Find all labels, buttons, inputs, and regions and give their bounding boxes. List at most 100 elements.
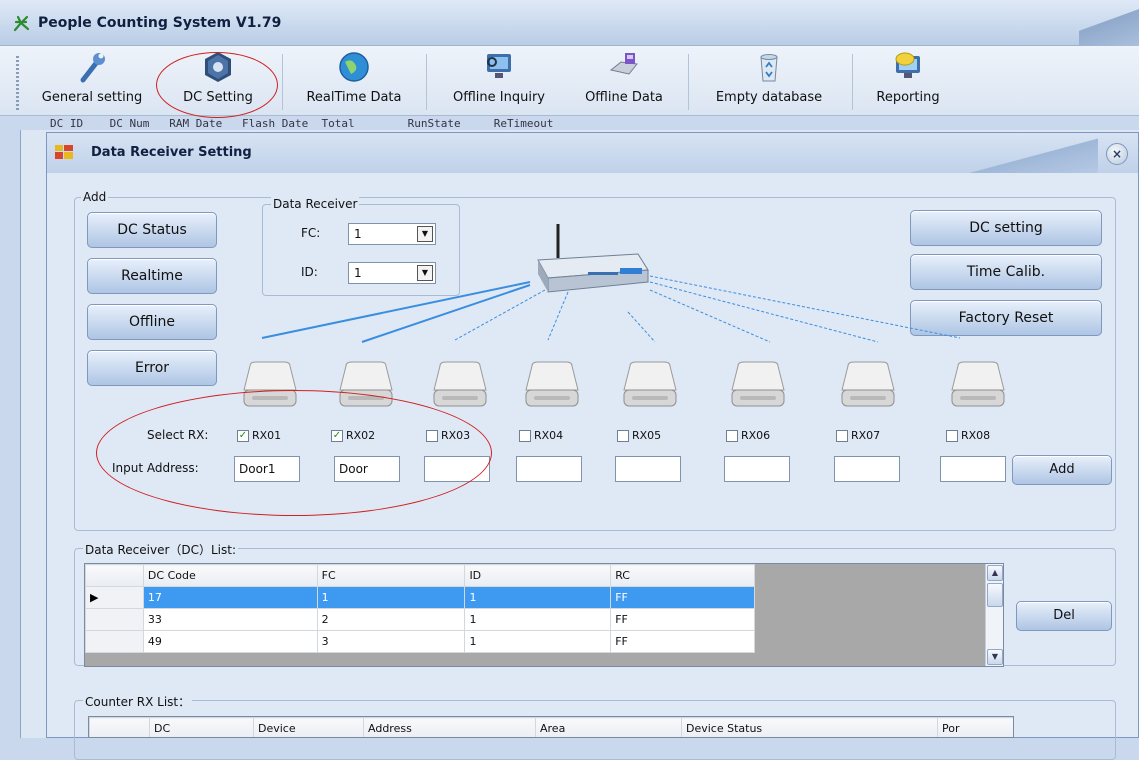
receiver-drive-icon	[432, 360, 488, 408]
checkbox-box[interactable]	[946, 429, 958, 442]
offline-button[interactable]: Offline	[87, 304, 217, 340]
table-row[interactable]: 33 2 1 FF	[85, 608, 755, 631]
address-input[interactable]	[940, 456, 1006, 482]
general-setting-button[interactable]: General setting	[28, 50, 156, 112]
column-header[interactable]: DC	[149, 717, 254, 737]
scroll-thumb[interactable]	[987, 583, 1003, 607]
table-cell[interactable]: 1	[464, 630, 612, 653]
table-row[interactable]: 49 3 1 FF	[85, 630, 755, 653]
window-icon	[55, 145, 73, 159]
table-cell[interactable]: 2	[316, 608, 466, 631]
column-header[interactable]: RC	[610, 564, 755, 587]
empty-database-button[interactable]: Empty database	[694, 50, 844, 112]
realtime-button[interactable]: Realtime	[87, 258, 217, 294]
counter-rx-list-legend: Counter RX List：	[83, 693, 193, 710]
receiver-drive-icon	[950, 360, 1006, 408]
address-input[interactable]	[615, 456, 681, 482]
receiver-drive-icon	[622, 360, 678, 408]
table-cell[interactable]: 1	[464, 586, 612, 609]
receiver-drive-icon	[730, 360, 786, 408]
reporting-button[interactable]: Reporting	[858, 50, 958, 112]
rx-checkbox[interactable]: RX04	[519, 429, 563, 442]
address-input[interactable]	[834, 456, 900, 482]
disk-drive-icon	[609, 53, 638, 75]
monitor-search-icon	[487, 54, 511, 78]
rx-name: RX04	[534, 429, 564, 442]
dc-status-button[interactable]: DC Status	[87, 212, 217, 248]
general-setting-label: General setting	[41, 90, 143, 105]
row-indicator[interactable]: ▶	[85, 586, 144, 609]
error-button[interactable]: Error	[87, 350, 217, 386]
row-header-corner	[89, 717, 150, 737]
dc-setting-button-right[interactable]: DC setting	[910, 210, 1102, 246]
column-header[interactable]: Area	[535, 717, 682, 737]
dialog-title: Data Receiver Setting	[91, 145, 252, 160]
rx-checkbox[interactable]: RX06	[726, 429, 770, 442]
table-cell[interactable]: 3	[316, 630, 466, 653]
checkbox-box[interactable]	[519, 429, 531, 442]
toolbar-grip[interactable]	[16, 56, 19, 110]
close-button[interactable]: ×	[1106, 143, 1128, 165]
app-logo-icon	[13, 15, 30, 32]
background-column-headers: DC ID DC Num RAM Date Flash Date Total R…	[50, 118, 554, 130]
toolbar-separator	[426, 54, 427, 110]
reporting-label: Reporting	[876, 90, 940, 105]
rx-checkbox[interactable]: RX08	[946, 429, 990, 442]
chevron-down-icon[interactable]: ▼	[417, 226, 433, 242]
checkbox-box[interactable]	[726, 429, 738, 442]
rx-checkbox[interactable]: RX05	[617, 429, 661, 442]
table-cell[interactable]: 1	[316, 586, 466, 609]
row-header[interactable]	[85, 630, 144, 653]
column-header[interactable]: FC	[316, 564, 466, 587]
monitor-chat-icon	[895, 52, 920, 78]
add-group-legend: Add	[81, 190, 109, 204]
id-select-value: 1	[354, 266, 362, 280]
row-header-corner	[85, 564, 144, 587]
empty-database-label: Empty database	[715, 90, 823, 105]
table-row[interactable]: ▶ 17 1 1 FF	[85, 586, 755, 609]
column-header[interactable]: Device	[253, 717, 364, 737]
globe-icon	[339, 52, 369, 82]
column-header[interactable]: ID	[464, 564, 612, 587]
table-cell[interactable]: FF	[610, 586, 755, 609]
counter-rx-grid: DC Device Address Area Device Status Por	[88, 716, 1014, 738]
time-calib-button[interactable]: Time Calib.	[910, 254, 1102, 290]
router-icon	[537, 224, 649, 293]
rx-checkbox[interactable]: RX07	[836, 429, 880, 442]
id-select[interactable]: 1 ▼	[348, 262, 436, 284]
app-titlebar: People Counting System V1.79	[0, 0, 1139, 46]
offline-data-label: Offline Data	[585, 90, 663, 105]
table-cell[interactable]: FF	[610, 630, 755, 653]
dc-list-grid: DC Code FC ID RC ▶ 17 1 1 FF 33 2 1 FF 4…	[84, 563, 1004, 667]
scroll-up-icon[interactable]: ▲	[987, 565, 1003, 581]
scroll-down-icon[interactable]: ▼	[987, 649, 1003, 665]
offline-inquiry-button[interactable]: Offline Inquiry	[434, 50, 564, 112]
vertical-scrollbar[interactable]: ▲ ▼	[985, 564, 1003, 666]
table-cell[interactable]: FF	[610, 608, 755, 631]
dialog-titlebar[interactable]: Data Receiver Setting ×	[47, 133, 1138, 173]
table-cell[interactable]: 49	[142, 630, 318, 653]
checkbox-box[interactable]	[617, 429, 629, 442]
fc-label: FC:	[301, 226, 321, 240]
annotation-circle-rx	[96, 390, 492, 516]
address-input[interactable]	[516, 456, 582, 482]
table-cell[interactable]: 17	[142, 586, 318, 609]
address-input[interactable]	[724, 456, 790, 482]
chevron-down-icon[interactable]: ▼	[417, 265, 433, 281]
offline-data-button[interactable]: Offline Data	[568, 50, 680, 112]
table-cell[interactable]: 1	[464, 608, 612, 631]
checkbox-box[interactable]	[836, 429, 848, 442]
del-button[interactable]: Del	[1016, 601, 1112, 631]
row-header[interactable]	[85, 608, 144, 631]
add-button[interactable]: Add	[1012, 455, 1112, 485]
rx-name: RX07	[851, 429, 881, 442]
column-header[interactable]: Address	[363, 717, 536, 737]
fc-select[interactable]: 1 ▼	[348, 223, 436, 245]
id-label: ID:	[301, 265, 318, 279]
column-header[interactable]: DC Code	[142, 564, 318, 587]
column-header[interactable]: Por	[937, 717, 1013, 737]
factory-reset-button[interactable]: Factory Reset	[910, 300, 1102, 336]
table-cell[interactable]: 33	[142, 608, 318, 631]
realtime-data-button[interactable]: RealTime Data	[288, 50, 420, 112]
column-header[interactable]: Device Status	[681, 717, 938, 737]
